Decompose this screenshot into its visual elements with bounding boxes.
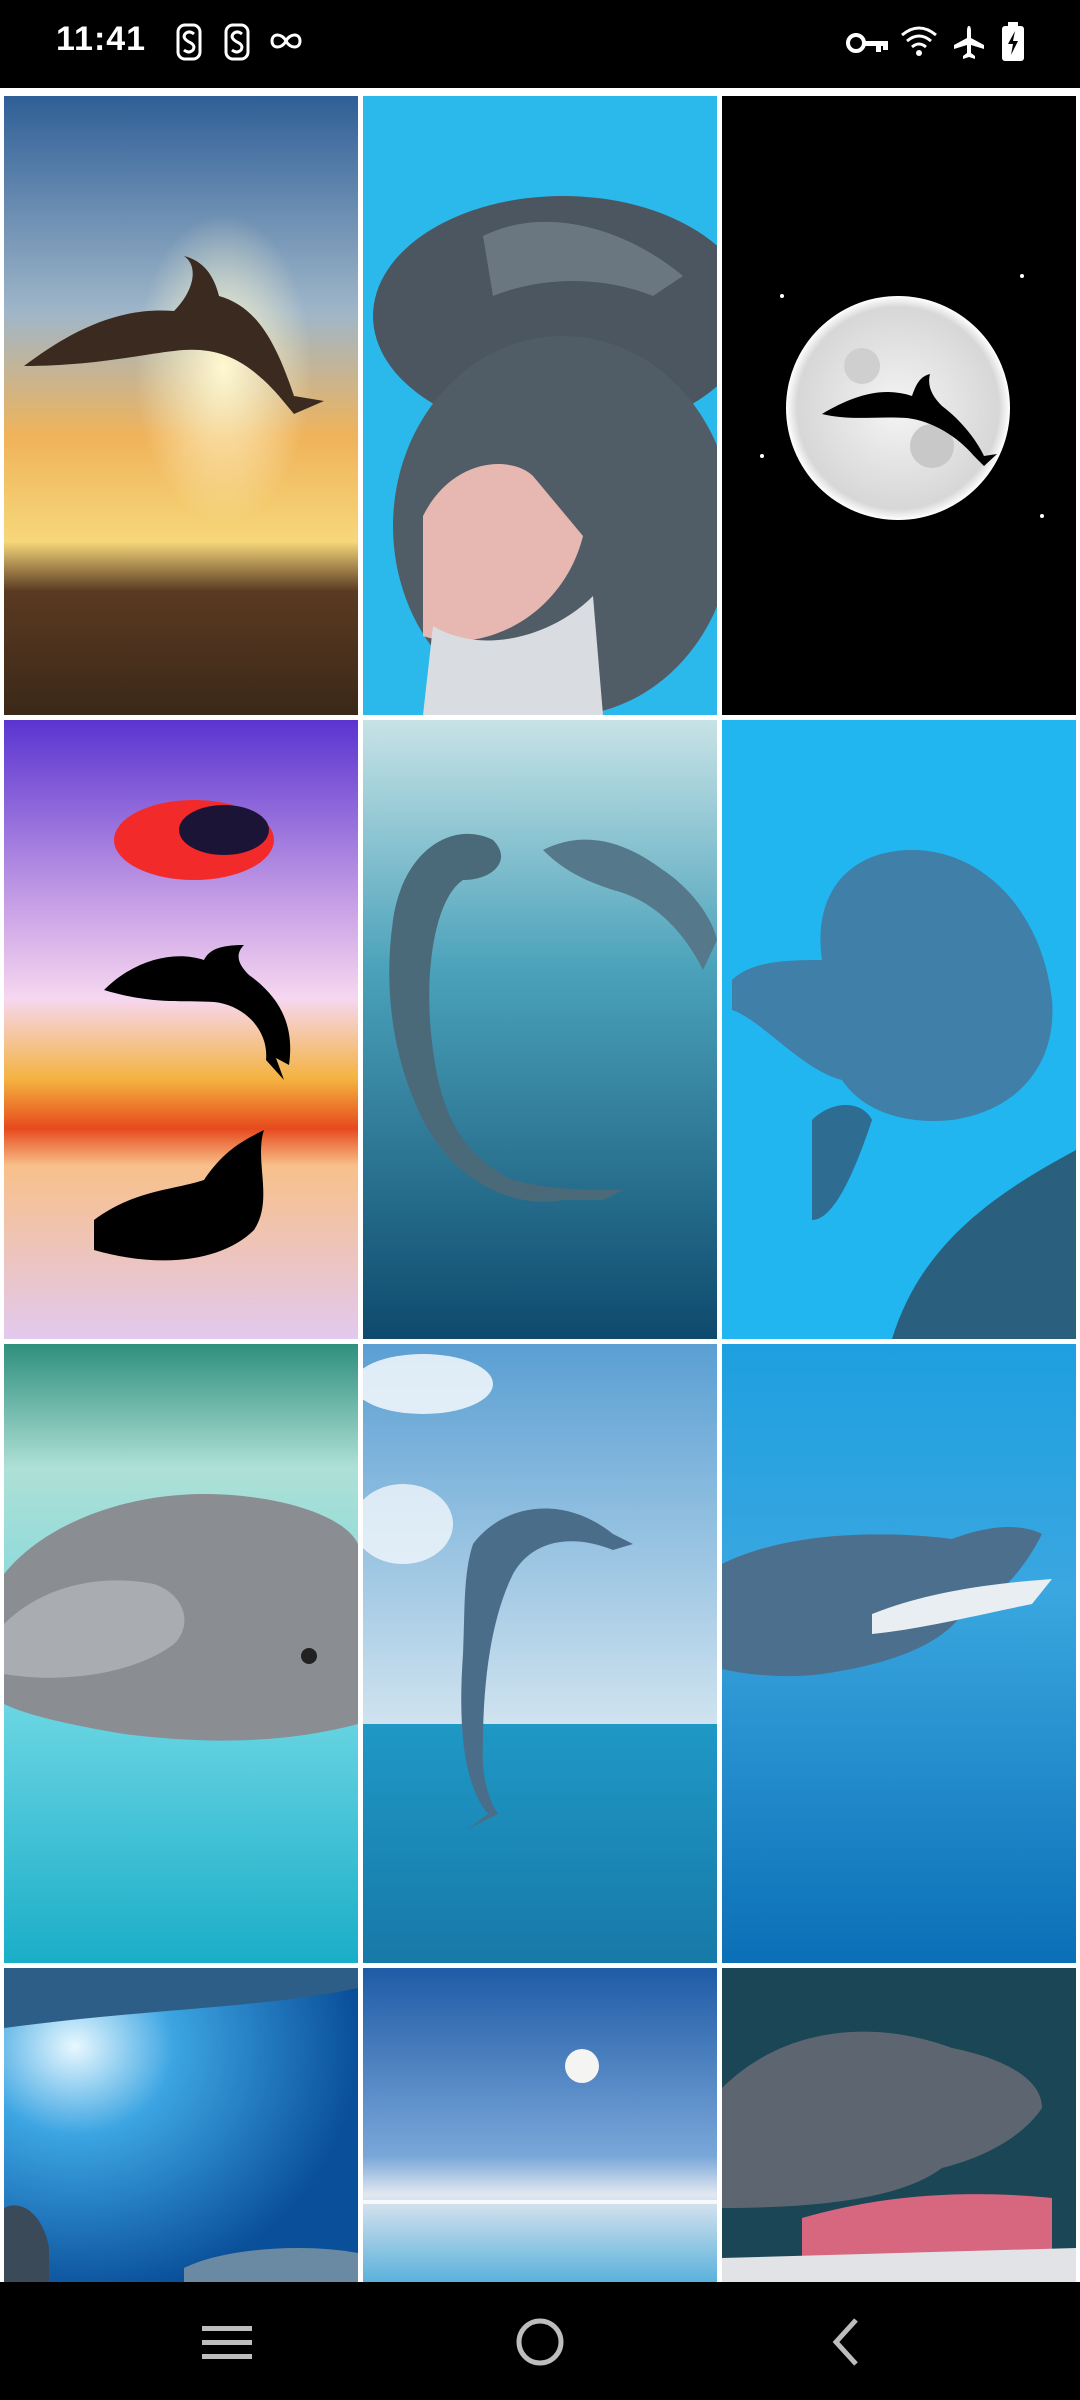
infinity-icon [270,33,302,49]
vpn-key-icon [846,33,888,53]
wallpaper-tile[interactable] [722,1968,1076,2282]
wallpaper-tile[interactable] [722,720,1076,1339]
dolphin-open-mouth-water-image [722,1344,1076,1963]
notification-s-icon [224,23,250,61]
moon-over-sea-image [363,1968,717,2282]
wallpaper-tile[interactable] [363,1968,717,2282]
dolphins-underwater-kiss-image [363,720,717,1339]
underwater-light-rays-image [4,1968,358,2282]
battery-charging-icon [1002,22,1024,61]
dolphin-leaping-sky-image [363,1344,717,1963]
two-dolphins-smiling-image [363,96,717,715]
wallpaper-tile[interactable] [4,1344,358,1963]
wallpaper-grid [0,92,1080,2282]
home-icon[interactable] [514,2316,566,2368]
airplane-mode-icon [954,26,984,59]
notification-s-icon [176,23,202,61]
wallpaper-tile[interactable] [4,720,358,1339]
navigation-bar [0,2282,1080,2400]
wallpaper-tile[interactable] [4,96,358,715]
dolphin-underwater-blue-image [722,720,1076,1339]
status-bar: 11:41 [0,0,1080,88]
wallpaper-tile[interactable] [363,720,717,1339]
wallpaper-tile[interactable] [722,1344,1076,1963]
dolphin-moon-silhouette-image [722,96,1076,715]
wifi-icon [901,26,937,56]
wallpaper-tile[interactable] [4,1968,358,2282]
dolphin-silhouette-sunset-reflection-image [4,720,358,1339]
menu-icon[interactable] [200,2320,254,2366]
dolphins-at-surface-image [4,1344,358,1963]
back-icon[interactable] [826,2316,866,2368]
wallpaper-tile[interactable] [363,96,717,715]
dolphin-close-up-smile-image [722,1968,1076,2282]
wallpaper-tile[interactable] [363,1344,717,1963]
status-time: 11:41 [56,20,147,58]
wallpaper-tile[interactable] [722,96,1076,715]
dolphin-sunset-jump-image [4,96,358,715]
